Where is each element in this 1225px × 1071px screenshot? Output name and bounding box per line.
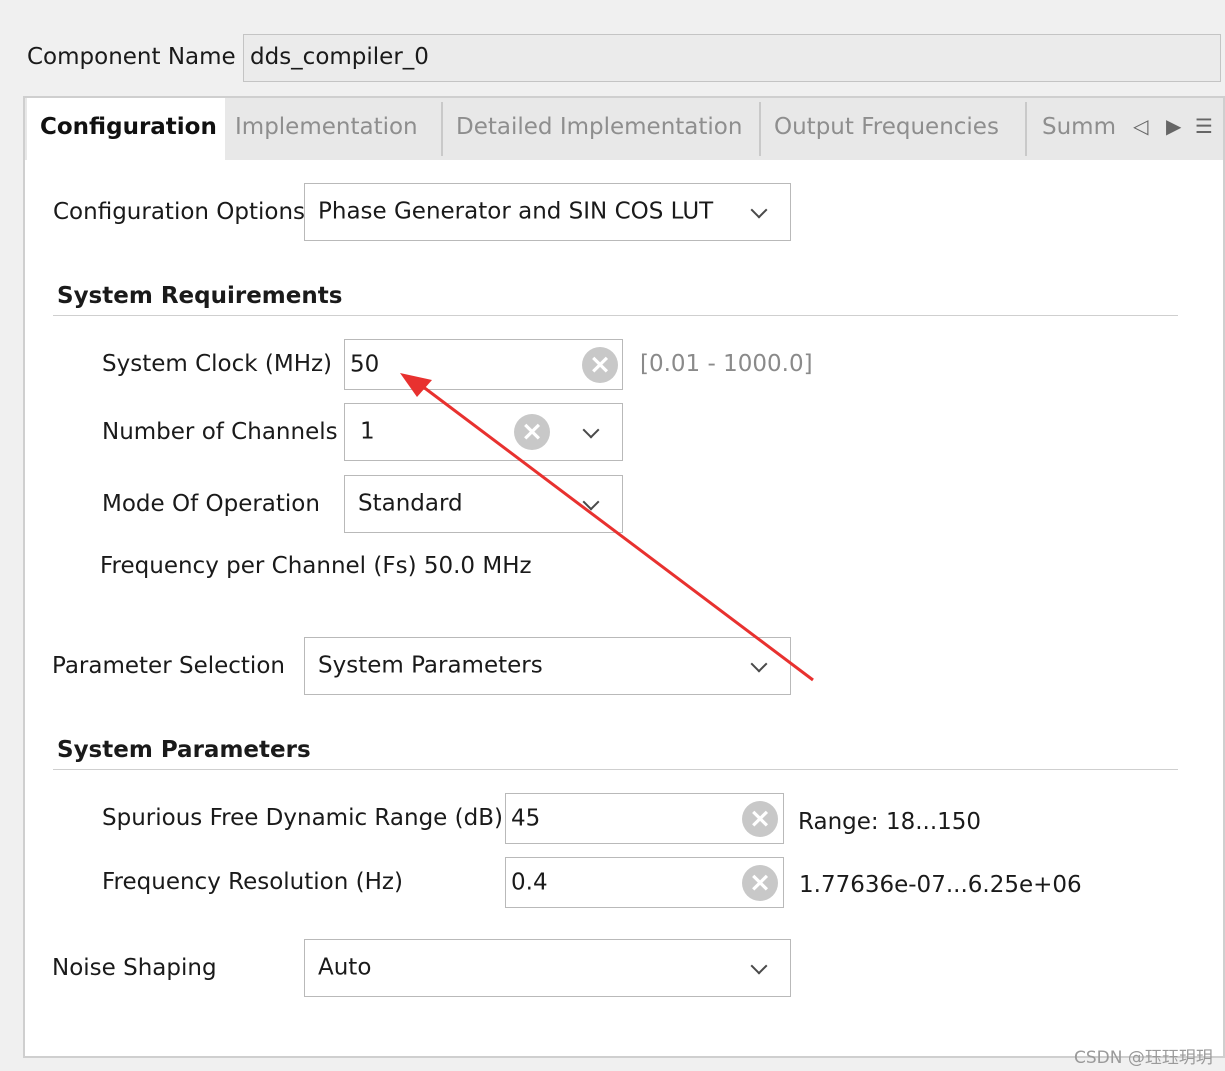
watermark-text: CSDN @珏珏玥玥 <box>1074 1048 1213 1068</box>
annotation-arrow-head <box>400 373 432 397</box>
annotation-arrow <box>400 373 814 682</box>
annotation-arrow-shaft <box>417 381 814 682</box>
